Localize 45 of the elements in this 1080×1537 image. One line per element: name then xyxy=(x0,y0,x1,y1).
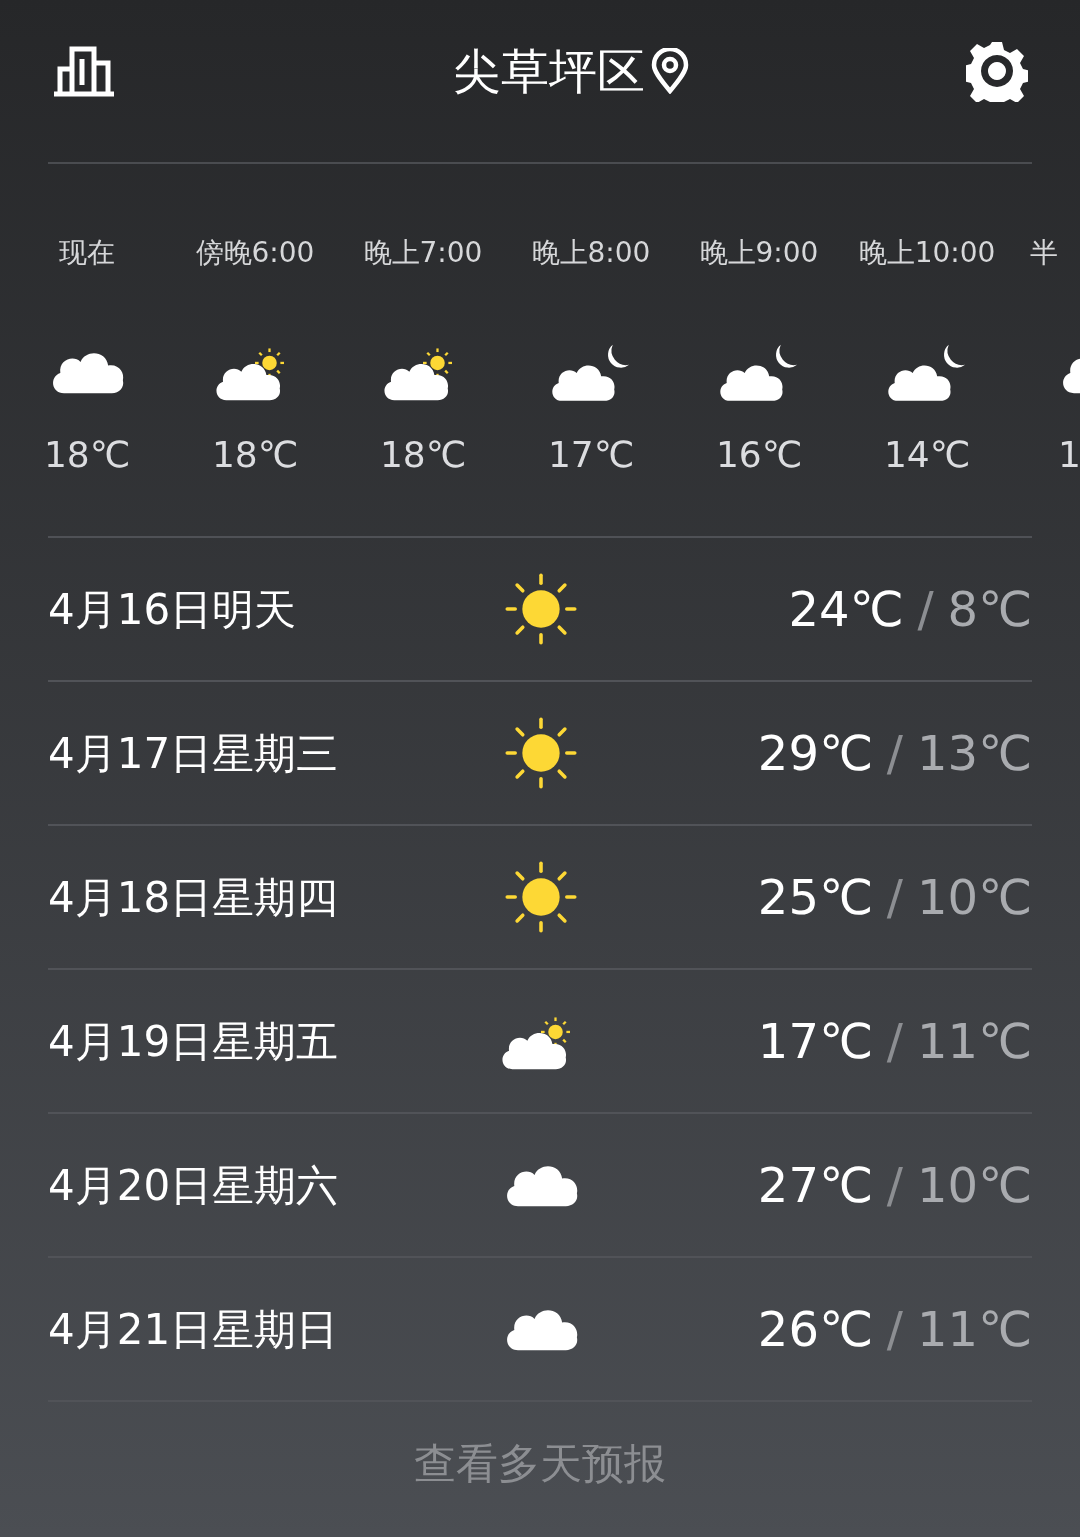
slash-separator: / xyxy=(886,724,903,783)
low-temp: 13℃ xyxy=(917,724,1032,783)
moon-cloud-icon xyxy=(719,343,799,401)
low-temp: 11℃ xyxy=(917,1012,1032,1071)
day-date: 4月20日星期六 xyxy=(48,1159,340,1212)
location-pin-icon xyxy=(651,48,689,94)
day-date: 4月18日星期四 xyxy=(48,871,340,924)
hour-label: 晚上10:00 xyxy=(858,235,996,271)
hour-label: 晚上9:00 xyxy=(699,235,819,271)
hour-temp: 18℃ xyxy=(379,433,467,477)
hour-temp: 18℃ xyxy=(43,433,131,477)
moon-cloud-icon xyxy=(887,343,967,401)
day-date: 4月19日星期五 xyxy=(48,1015,340,1068)
low-temp: 8℃ xyxy=(947,580,1032,639)
hour-temp: 17℃ xyxy=(547,433,635,477)
hour-label: 现在 xyxy=(59,235,115,271)
slash-separator: / xyxy=(886,1012,903,1071)
low-temp: 11℃ xyxy=(917,1300,1032,1359)
slash-separator: / xyxy=(886,1300,903,1359)
buildings-icon xyxy=(52,45,116,97)
low-temp: 10℃ xyxy=(917,868,1032,927)
slash-separator: / xyxy=(886,1156,903,1215)
day-date: 4月16日明天 xyxy=(48,583,298,636)
high-temp: 27℃ xyxy=(757,1156,873,1215)
slash-separator: / xyxy=(886,868,903,927)
high-temp: 26℃ xyxy=(757,1300,873,1359)
day-date: 4月21日星期日 xyxy=(48,1303,340,1356)
high-temp: 29℃ xyxy=(757,724,873,783)
hour-temp: 18℃ xyxy=(211,433,299,477)
hour-temp: 16℃ xyxy=(715,433,803,477)
moon-cloud-icon xyxy=(551,343,631,401)
hour-temp: 1 xyxy=(1058,433,1080,477)
day-date: 4月17日星期三 xyxy=(48,727,340,780)
high-temp: 17℃ xyxy=(757,1012,873,1071)
location-title[interactable]: 尖草坪区 xyxy=(453,35,645,107)
settings-icon[interactable] xyxy=(966,40,1028,102)
slash-separator: / xyxy=(917,580,934,639)
low-temp: 10℃ xyxy=(917,1156,1032,1215)
hour-temp: 14℃ xyxy=(883,433,971,477)
hour-label: 傍晚6:00 xyxy=(195,235,315,271)
hour-label: 晚上7:00 xyxy=(363,235,483,271)
high-temp: 25℃ xyxy=(757,868,873,927)
hour-label: 半 xyxy=(1030,235,1058,271)
high-temp: 24℃ xyxy=(788,580,904,639)
hour-label: 晚上8:00 xyxy=(531,235,651,271)
